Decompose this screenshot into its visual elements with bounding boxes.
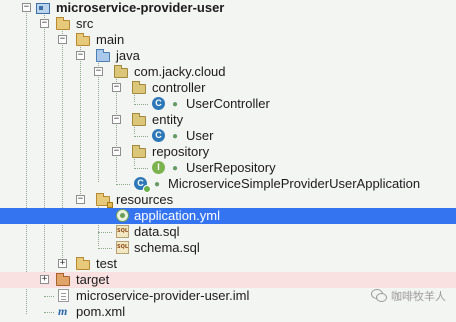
collapse-icon[interactable]: −: [112, 83, 121, 92]
folder-icon: [56, 17, 70, 30]
expand-icon[interactable]: +: [58, 259, 67, 268]
tree-node-schema-sql[interactable]: SQL schema.sql: [0, 240, 456, 256]
tree-node-label: User: [186, 128, 214, 143]
tree-node-label: pom.xml: [76, 304, 126, 319]
tree-node-application-class[interactable]: C ● MicroserviceSimpleProviderUserApplic…: [0, 176, 456, 193]
tree-node-label: microservice-provider-user.iml: [76, 288, 250, 303]
tree-node-user-controller[interactable]: C ● UserController: [0, 96, 456, 112]
package-icon: [114, 65, 128, 78]
tree-node-root[interactable]: − microservice-provider-user: [0, 0, 456, 16]
tree-guide: [134, 168, 148, 169]
class-icon: C: [152, 97, 165, 110]
collapse-icon[interactable]: −: [40, 19, 49, 28]
tree-node-pom-xml[interactable]: m pom.xml: [0, 304, 456, 320]
tree-node-label: src: [76, 16, 94, 31]
tree-guide: [98, 232, 112, 233]
collapse-icon[interactable]: −: [76, 195, 85, 204]
tree-node-package[interactable]: − com.jacky.cloud: [0, 64, 456, 80]
tree-node-label: UserController: [186, 96, 270, 111]
tree-node-java[interactable]: − java: [0, 48, 456, 64]
tree-node-label: test: [96, 256, 117, 271]
tree-guide: [98, 248, 112, 249]
collapse-icon[interactable]: −: [112, 115, 121, 124]
tree-node-user[interactable]: C ● User: [0, 128, 456, 144]
resources-folder-icon: [96, 193, 113, 208]
tree-node-main[interactable]: − main: [0, 32, 456, 48]
tree-node-data-sql[interactable]: SQL data.sql: [0, 224, 456, 240]
tree-guide: [44, 296, 54, 297]
tree-node-label: repository: [152, 144, 210, 159]
tree-node-label: application.yml: [134, 208, 220, 223]
tree-node-label: com.jacky.cloud: [134, 64, 226, 79]
tree-node-label: main: [96, 32, 125, 47]
watermark: 咖啡牧羊人: [371, 288, 446, 304]
tree-guide: [116, 184, 130, 185]
lock-icon: ●: [172, 163, 179, 174]
tree-node-repository[interactable]: − repository: [0, 144, 456, 160]
yaml-file-icon: [116, 209, 129, 222]
sql-file-icon: SQL: [116, 225, 129, 238]
lock-icon: ●: [172, 131, 179, 142]
tree-node-user-repository[interactable]: I ● UserRepository: [0, 160, 456, 176]
package-icon: [132, 145, 146, 158]
module-icon: [36, 3, 50, 14]
package-icon: [132, 113, 146, 126]
package-icon: [132, 81, 146, 94]
excluded-folder-icon: [56, 273, 70, 286]
tree-node-target[interactable]: + target: [0, 272, 456, 288]
folder-icon: [76, 33, 90, 46]
tree-node-label: schema.sql: [134, 240, 200, 255]
collapse-icon[interactable]: −: [112, 147, 121, 156]
project-tree: − microservice-provider-user − src − mai…: [0, 0, 456, 322]
tree-node-resources[interactable]: − resources: [0, 192, 456, 208]
folder-icon: [76, 257, 90, 270]
lock-icon: ●: [172, 99, 179, 110]
collapse-icon[interactable]: −: [76, 51, 85, 60]
watermark-text: 咖啡牧羊人: [391, 291, 446, 303]
source-folder-icon: [96, 49, 110, 62]
tree-guide: [134, 104, 148, 105]
tree-node-label: resources: [116, 192, 174, 207]
wechat-icon: [371, 289, 387, 303]
tree-node-src[interactable]: − src: [0, 16, 456, 32]
collapse-icon[interactable]: −: [94, 67, 103, 76]
tree-node-label: data.sql: [134, 224, 180, 239]
iml-file-icon: [58, 289, 69, 302]
maven-icon: m: [58, 304, 68, 318]
class-icon: C: [152, 129, 165, 142]
sql-file-icon: SQL: [116, 241, 129, 254]
tree-node-label: UserRepository: [186, 160, 276, 175]
collapse-icon[interactable]: −: [58, 35, 67, 44]
lock-icon: ●: [154, 179, 161, 190]
tree-node-label: entity: [152, 112, 184, 127]
tree-node-label: controller: [152, 80, 206, 95]
tree-node-label: microservice-provider-user: [56, 0, 225, 15]
tree-node-label: MicroserviceSimpleProviderUserApplicatio…: [168, 176, 421, 191]
tree-node-label: target: [76, 272, 110, 287]
tree-node-entity[interactable]: − entity: [0, 112, 456, 128]
collapse-icon[interactable]: −: [22, 3, 31, 12]
tree-guide: [44, 312, 54, 313]
tree-node-controller[interactable]: − controller: [0, 80, 456, 96]
spring-boot-class-icon: C: [134, 177, 151, 193]
expand-icon[interactable]: +: [40, 275, 49, 284]
tree-node-test[interactable]: + test: [0, 256, 456, 272]
interface-icon: I: [152, 161, 165, 174]
tree-guide: [134, 136, 148, 137]
tree-node-label: java: [116, 48, 140, 63]
tree-node-application-yml[interactable]: application.yml: [0, 208, 456, 224]
